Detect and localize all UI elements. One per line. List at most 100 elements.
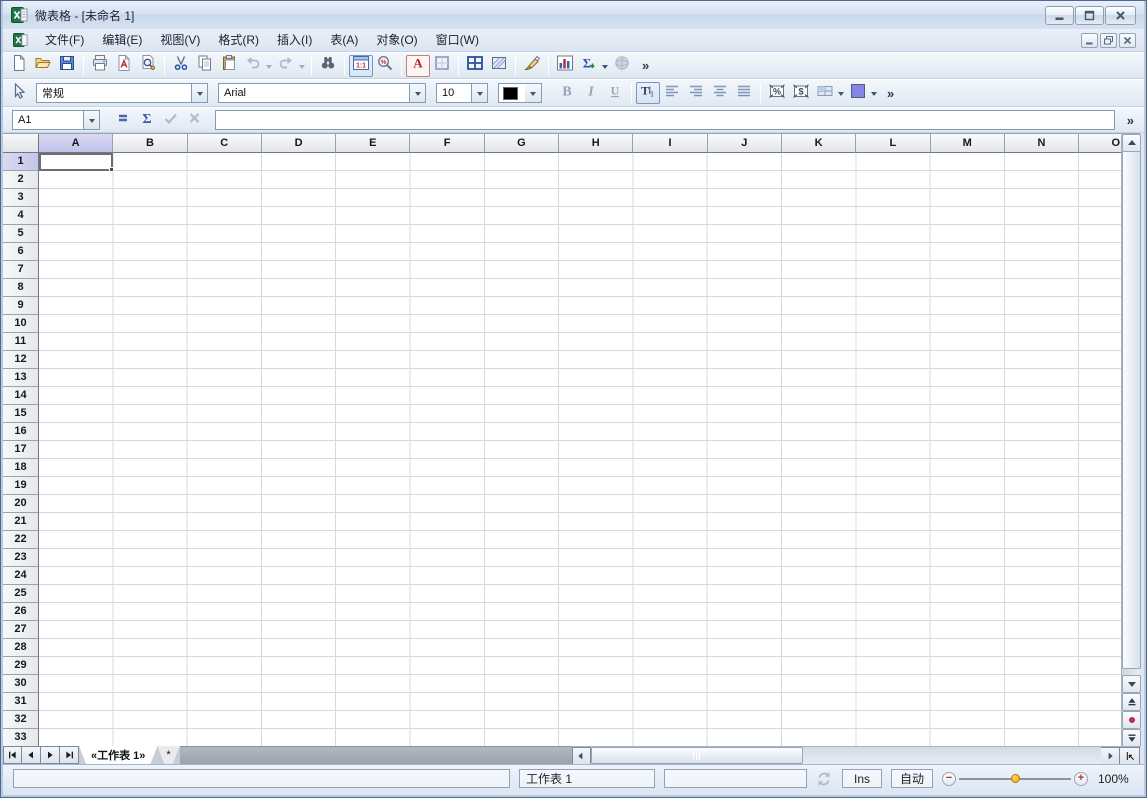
text-orientation-button[interactable]: T1: [636, 82, 660, 104]
open-file-button[interactable]: [31, 55, 55, 77]
split-up-button[interactable]: [1122, 693, 1141, 711]
fill-color-button[interactable]: [846, 82, 870, 104]
zoom-in-button[interactable]: +: [1074, 772, 1088, 786]
insert-chart-button[interactable]: [553, 55, 577, 77]
formula-input[interactable]: [215, 110, 1115, 130]
column-header-M[interactable]: M: [931, 134, 1005, 153]
bold-button[interactable]: B: [555, 82, 579, 104]
zoom-slider[interactable]: − +: [942, 772, 1088, 786]
horizontal-scrollbar[interactable]: [572, 746, 1140, 764]
row-header-12[interactable]: 12: [3, 351, 39, 369]
sheet-tab-new[interactable]: *: [157, 746, 179, 764]
maximize-button[interactable]: [1075, 6, 1104, 25]
row-header-21[interactable]: 21: [3, 513, 39, 531]
row-header-20[interactable]: 20: [3, 495, 39, 513]
row-header-30[interactable]: 30: [3, 675, 39, 693]
cancel-button[interactable]: [183, 109, 207, 131]
close-button[interactable]: [1105, 6, 1136, 25]
export-pdf-button[interactable]: [112, 55, 136, 77]
border-grid-button[interactable]: [463, 55, 487, 77]
zoom-slider-handle[interactable]: [1011, 774, 1020, 783]
redo-dropdown-caret[interactable]: [299, 65, 305, 72]
next-sheet-button[interactable]: [41, 746, 60, 764]
pointer-button[interactable]: [7, 82, 31, 104]
row-header-19[interactable]: 19: [3, 477, 39, 495]
format-toolbar-overflow-chevron[interactable]: »: [881, 86, 900, 101]
scroll-up-button[interactable]: [1122, 134, 1141, 152]
row-header-9[interactable]: 9: [3, 297, 39, 315]
find-button[interactable]: [316, 55, 340, 77]
split-down-button[interactable]: [1122, 729, 1141, 747]
size-combo[interactable]: 10: [436, 83, 488, 103]
column-header-L[interactable]: L: [856, 134, 930, 153]
row-header-17[interactable]: 17: [3, 441, 39, 459]
style-combo-button[interactable]: [191, 84, 207, 102]
column-header-I[interactable]: I: [633, 134, 707, 153]
row-header-6[interactable]: 6: [3, 243, 39, 261]
mdi-minimize-button[interactable]: [1081, 33, 1098, 48]
row-header-11[interactable]: 11: [3, 333, 39, 351]
row-header-33[interactable]: 33: [3, 729, 39, 747]
column-header-B[interactable]: B: [113, 134, 187, 153]
horizontal-scroll-thumb[interactable]: [591, 747, 803, 764]
size-combo-button[interactable]: [471, 84, 487, 102]
scroll-left-button[interactable]: [572, 747, 591, 765]
column-header-J[interactable]: J: [708, 134, 782, 153]
menu-item[interactable]: 对象(O): [367, 30, 426, 50]
toolbar-overflow-chevron[interactable]: »: [636, 58, 655, 73]
column-header-N[interactable]: N: [1005, 134, 1079, 153]
font-color-button[interactable]: A: [406, 55, 430, 77]
column-header-G[interactable]: G: [485, 134, 559, 153]
copy-button[interactable]: [193, 55, 217, 77]
formula-bar-overflow-chevron[interactable]: »: [1121, 113, 1140, 128]
currency-format-button[interactable]: $: [789, 82, 813, 104]
font-combo[interactable]: Arial: [218, 83, 426, 103]
go-to-origin-button[interactable]: [1120, 747, 1140, 765]
scroll-down-button[interactable]: [1122, 675, 1141, 693]
accept-button[interactable]: [159, 109, 183, 131]
row-header-23[interactable]: 23: [3, 549, 39, 567]
mdi-close-button[interactable]: [1119, 33, 1136, 48]
menu-item[interactable]: 文件(F): [36, 30, 93, 50]
status-calc-mode[interactable]: 自动: [891, 769, 933, 788]
row-header-18[interactable]: 18: [3, 459, 39, 477]
mdi-restore-button[interactable]: [1100, 33, 1117, 48]
zoom-percent-button[interactable]: %: [373, 55, 397, 77]
cell-shading-button[interactable]: [487, 55, 511, 77]
row-header-28[interactable]: 28: [3, 639, 39, 657]
scroll-right-button[interactable]: [1101, 747, 1120, 765]
align-right-button[interactable]: [684, 82, 708, 104]
print-preview-button[interactable]: [136, 55, 160, 77]
merge-cells-button[interactable]: [813, 82, 837, 104]
status-insert-mode[interactable]: Ins: [842, 769, 882, 788]
row-header-32[interactable]: 32: [3, 711, 39, 729]
row-header-31[interactable]: 31: [3, 693, 39, 711]
save-button[interactable]: [55, 55, 79, 77]
previous-sheet-button[interactable]: [22, 746, 41, 764]
minimize-button[interactable]: [1045, 6, 1074, 25]
name-box-button[interactable]: [83, 111, 99, 129]
autosum-dropdown-caret[interactable]: [602, 65, 608, 72]
first-sheet-button[interactable]: [3, 746, 22, 764]
cut-button[interactable]: [169, 55, 193, 77]
font-color-combo-button[interactable]: [525, 84, 541, 102]
print-button[interactable]: [88, 55, 112, 77]
menu-item[interactable]: 窗口(W): [427, 30, 488, 50]
row-header-27[interactable]: 27: [3, 621, 39, 639]
align-justify-button[interactable]: [732, 82, 756, 104]
row-header-22[interactable]: 22: [3, 531, 39, 549]
menu-item[interactable]: 插入(I): [268, 30, 321, 50]
record-dot-button[interactable]: [1122, 711, 1141, 729]
row-header-15[interactable]: 15: [3, 405, 39, 423]
new-document-button[interactable]: [7, 55, 31, 77]
merge-dropdown-caret[interactable]: [838, 92, 844, 99]
row-header-10[interactable]: 10: [3, 315, 39, 333]
fill-handle[interactable]: [109, 167, 114, 172]
last-sheet-button[interactable]: [60, 746, 79, 764]
zoom-out-button[interactable]: −: [942, 772, 956, 786]
vertical-scroll-thumb[interactable]: [1122, 151, 1141, 669]
menu-item[interactable]: 视图(V): [151, 30, 209, 50]
font-color-combo[interactable]: [498, 83, 542, 103]
name-box[interactable]: A1: [12, 110, 100, 130]
format-painter-button[interactable]: [520, 55, 544, 77]
